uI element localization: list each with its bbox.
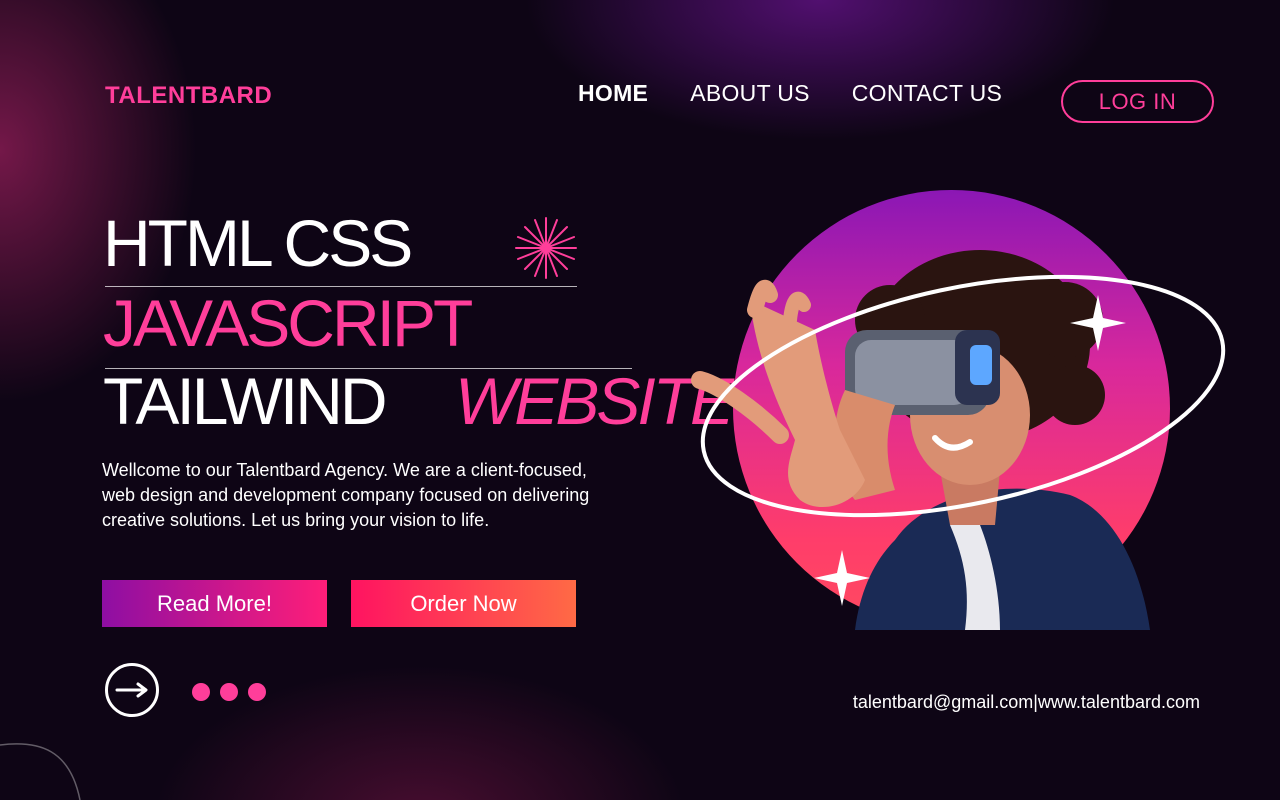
next-arrow-button[interactable] xyxy=(105,663,159,717)
brand-logo[interactable]: TALENTBARD xyxy=(105,82,272,110)
slide-indicator xyxy=(192,683,266,701)
sparkle-icon xyxy=(515,217,577,279)
hero-line-2: JAVASCRIPT xyxy=(103,286,473,360)
star-burst-icon xyxy=(814,550,870,606)
slide-dot[interactable] xyxy=(220,683,238,701)
nav-about-us[interactable]: ABOUT US xyxy=(690,80,810,107)
main-nav: HOME ABOUT US CONTACT US xyxy=(578,80,1002,107)
nav-contact-us[interactable]: CONTACT US xyxy=(852,80,1002,107)
slide-dot[interactable] xyxy=(192,683,210,701)
hero-line-3: TAILWIND xyxy=(103,364,388,438)
hero-vr-illustration xyxy=(691,250,1226,630)
decorative-curve xyxy=(0,743,81,800)
hero-description: Wellcome to our Talentbard Agency. We ar… xyxy=(102,460,590,530)
hero-line-1: HTML CSS xyxy=(103,206,413,280)
read-more-button[interactable]: Read More! xyxy=(102,580,327,627)
nav-home[interactable]: HOME xyxy=(578,80,648,107)
arrow-right-icon xyxy=(115,682,148,698)
contact-info: talentbard@gmail.com|www.talentbard.com xyxy=(852,692,1200,712)
login-button[interactable]: LOG IN xyxy=(1061,80,1214,123)
slide-dot[interactable] xyxy=(248,683,266,701)
order-now-button[interactable]: Order Now xyxy=(351,580,576,627)
